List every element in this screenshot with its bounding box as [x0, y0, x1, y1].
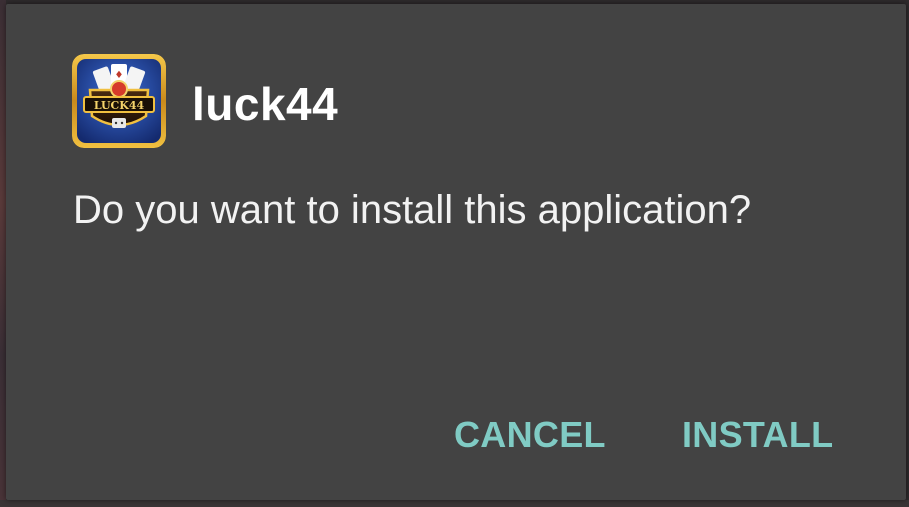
background-edge-bottom [0, 500, 909, 507]
app-icon: ♦ LUCK44 [72, 54, 166, 148]
install-dialog: ♦ LUCK44 luck44 Do you want to install t… [6, 4, 906, 500]
install-button[interactable]: INSTALL [682, 407, 833, 463]
svg-text:♦: ♦ [115, 70, 124, 81]
cancel-button[interactable]: CANCEL [454, 407, 606, 463]
svg-text:LUCK44: LUCK44 [94, 99, 145, 112]
app-name: luck44 [192, 78, 339, 130]
install-prompt-message: Do you want to install this application? [73, 188, 752, 232]
